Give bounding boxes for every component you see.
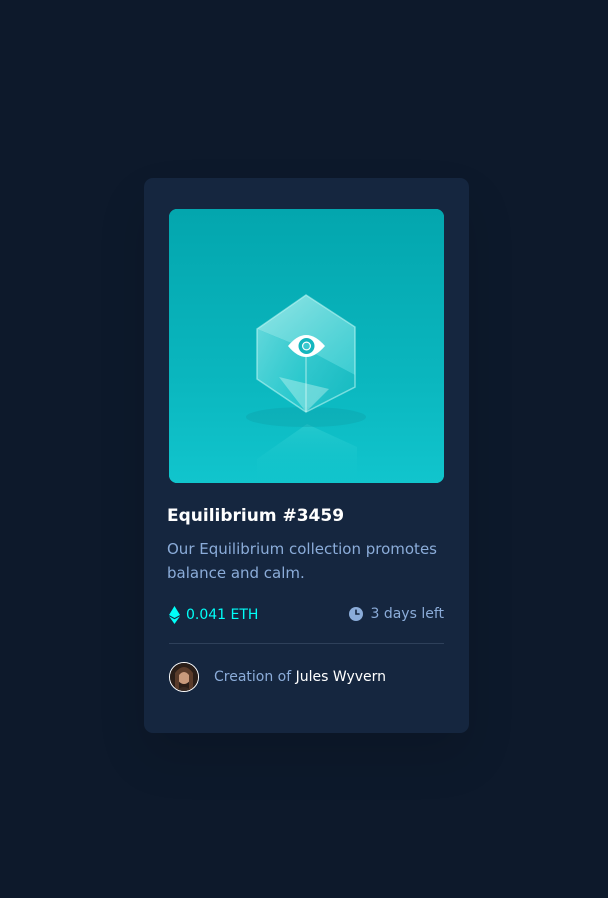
nft-title[interactable]: Equilibrium #3459 [167, 506, 344, 526]
nft-image[interactable] [169, 209, 444, 483]
equilibrium-cube-image [169, 209, 444, 483]
avatar [169, 662, 199, 692]
nft-description: Our Equilibrium collection promotes bala… [167, 540, 437, 582]
creator-name[interactable]: Jules Wyvern [296, 669, 386, 685]
creator-credit: Creation of Jules Wyvern [214, 669, 386, 685]
nft-stats: 0.041 ETH 3 days left [169, 606, 444, 626]
price-value: 0.041 ETH [186, 607, 259, 623]
creator-prefix: Creation of [214, 669, 292, 685]
ethereum-icon [169, 606, 180, 624]
creator-info: Creation of Jules Wyvern [169, 662, 386, 692]
divider [169, 643, 444, 644]
nft-preview-card: Equilibrium #3459 Our Equilibrium collec… [144, 178, 469, 733]
time-left: 3 days left [370, 606, 444, 622]
time-info: 3 days left [349, 606, 444, 622]
clock-icon [349, 607, 364, 621]
price-info: 0.041 ETH [169, 606, 258, 624]
creator-avatar-image [170, 663, 198, 691]
